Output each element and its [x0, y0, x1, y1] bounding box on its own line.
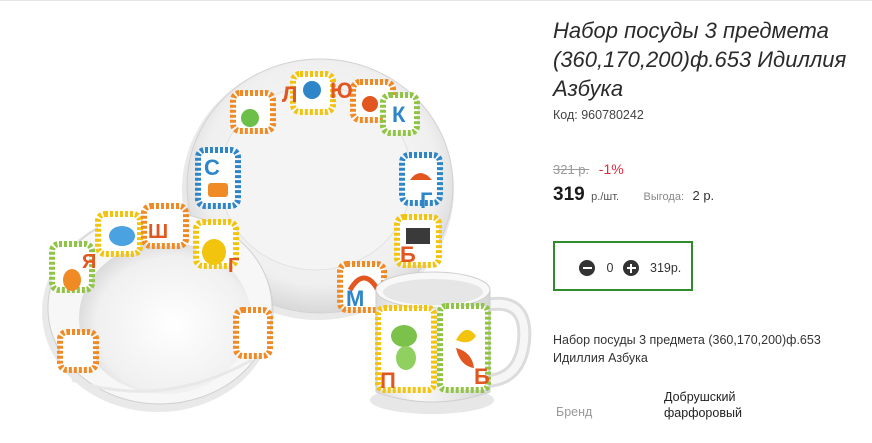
plate-letter: К — [392, 102, 406, 127]
plate-letter: Ю — [330, 78, 353, 103]
bowl-letter: Ш — [148, 221, 168, 243]
plate-letter: Л — [282, 82, 297, 107]
mug: П Б — [370, 271, 532, 414]
plate-letter: Г — [420, 188, 433, 213]
mug-letter: П — [380, 368, 396, 393]
product-description: Набор посуды 3 предмета (360,170,200)ф.6… — [553, 333, 821, 365]
cart-total: 319р. — [650, 261, 682, 275]
increase-quantity-button[interactable] — [623, 260, 639, 276]
savings-value: 2 р. — [692, 188, 715, 203]
decrease-quantity-button[interactable] — [579, 260, 595, 276]
price-row: 319 р./шт. Выгода: 2 р. — [553, 184, 714, 206]
bowl-letter: Я — [82, 251, 96, 273]
product-code: Код: 960780242 — [553, 108, 644, 122]
discount-badge: -1% — [598, 161, 624, 177]
old-price: 321 р. — [553, 162, 590, 177]
add-to-cart-box: 0 319р. — [553, 241, 693, 291]
current-price: 319 — [553, 184, 585, 205]
product-image[interactable]: Л Ю К С Г Б М Я Ш Г П Б — [0, 0, 540, 438]
brand-label: Бренд — [556, 405, 593, 419]
price-unit: р./шт. — [591, 191, 620, 203]
product-title: Набор посуды 3 предмета (360,170,200)ф.6… — [553, 18, 847, 101]
mug-letter: Б — [474, 364, 490, 389]
bowl-letter: Г — [228, 255, 239, 277]
product-code-label: Код: — [553, 108, 578, 122]
savings-label: Выгода: — [643, 191, 685, 203]
tableware-set-illustration: Л Ю К С Г Б М Я Ш Г П Б — [42, 58, 532, 414]
minus-icon — [582, 267, 592, 269]
brand-value[interactable]: Добрушский фарфоровый — [664, 389, 774, 421]
plate-letter: М — [346, 286, 364, 311]
product-code-value: 960780242 — [581, 108, 644, 122]
quantity-value[interactable]: 0 — [603, 261, 617, 275]
plate-letter: Б — [400, 242, 416, 267]
plate-letter: С — [204, 155, 220, 180]
old-price-row: 321 р. -1% — [553, 161, 624, 177]
